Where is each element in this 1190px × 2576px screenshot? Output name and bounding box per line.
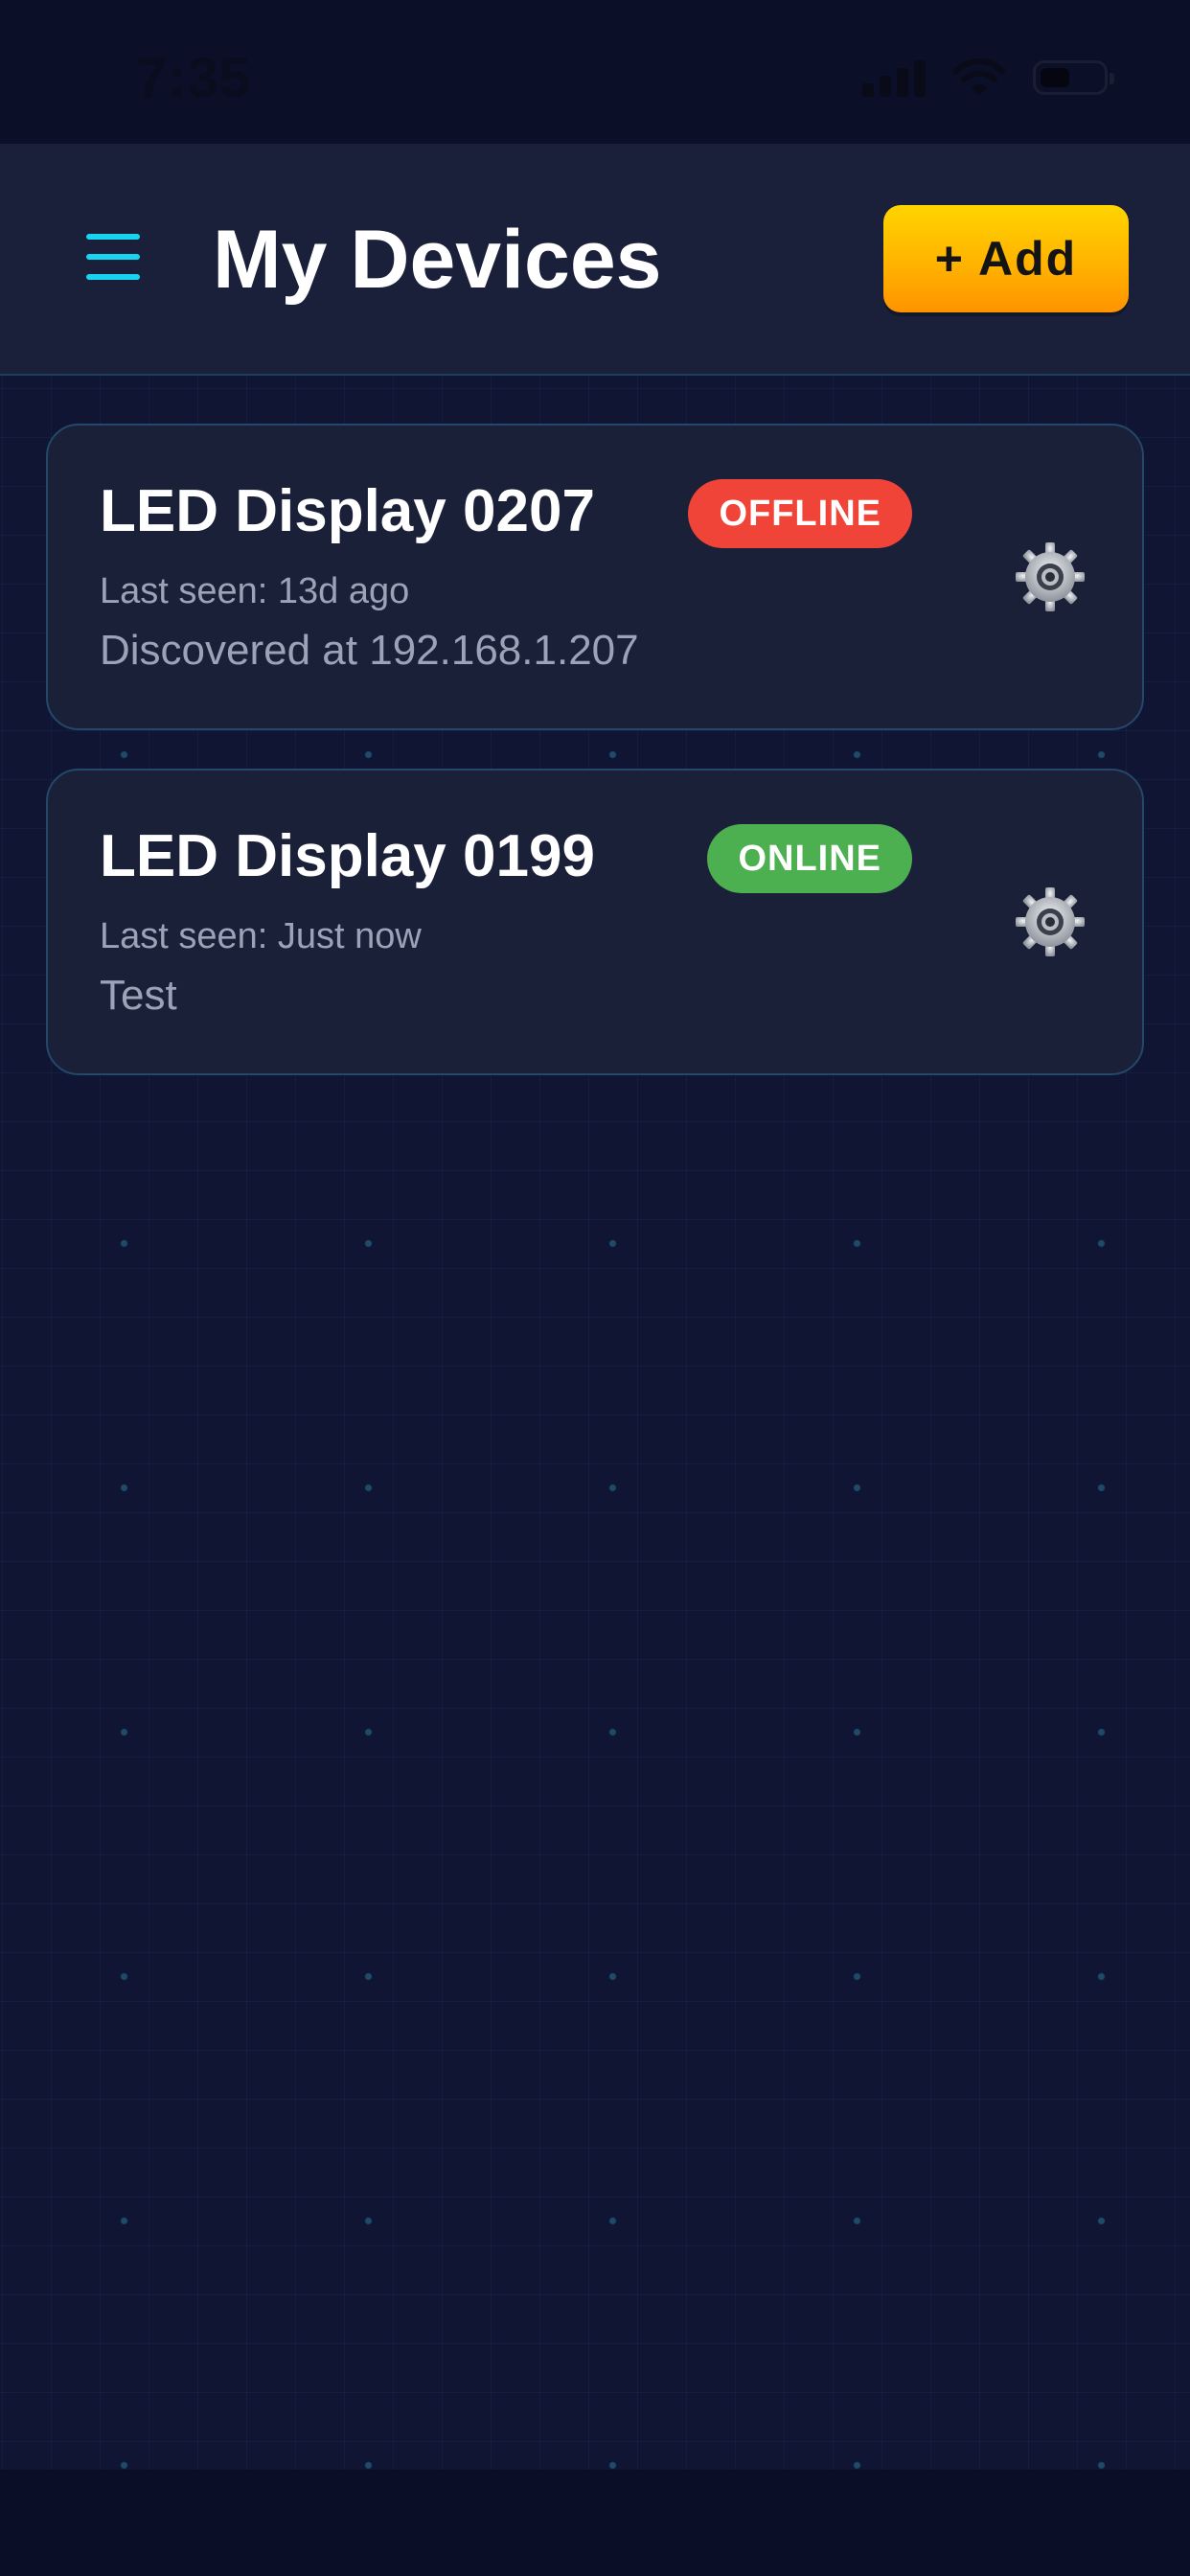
app-screen: 7:35 My Devices + Add LED Display 0207 O… <box>0 0 1190 2576</box>
gear-icon[interactable] <box>1012 539 1088 615</box>
bottom-safe-area <box>0 2470 1190 2576</box>
device-list: LED Display 0207 OFFLINE Last seen: 13d … <box>46 424 1144 1114</box>
status-time: 7:35 <box>136 47 252 109</box>
status-badge-offline: OFFLINE <box>688 479 912 548</box>
status-bar: 7:35 <box>0 0 1190 144</box>
status-icons <box>862 58 1114 98</box>
gear-icon-graphic <box>1016 887 1085 956</box>
device-name: LED Display 0199 <box>100 823 595 889</box>
wifi-icon <box>953 58 1005 96</box>
hamburger-menu-icon[interactable] <box>84 228 142 286</box>
status-badge-online: ONLINE <box>707 824 912 893</box>
device-card[interactable]: LED Display 0207 OFFLINE Last seen: 13d … <box>46 424 1144 730</box>
device-description: Discovered at 192.168.1.207 <box>100 627 639 674</box>
device-name: LED Display 0207 <box>100 478 595 544</box>
last-seen-text: Last seen: 13d ago <box>100 571 410 611</box>
cellular-signal-icon <box>862 58 926 97</box>
gear-icon[interactable] <box>1012 884 1088 960</box>
battery-icon <box>1033 60 1114 95</box>
device-description: Test <box>100 972 177 1019</box>
app-header: My Devices + Add <box>0 144 1190 376</box>
last-seen-text: Last seen: Just now <box>100 916 422 956</box>
add-device-button[interactable]: + Add <box>883 205 1129 312</box>
gear-icon-graphic <box>1016 542 1085 611</box>
page-title: My Devices <box>213 214 662 306</box>
device-card[interactable]: LED Display 0199 ONLINE Last seen: Just … <box>46 769 1144 1075</box>
